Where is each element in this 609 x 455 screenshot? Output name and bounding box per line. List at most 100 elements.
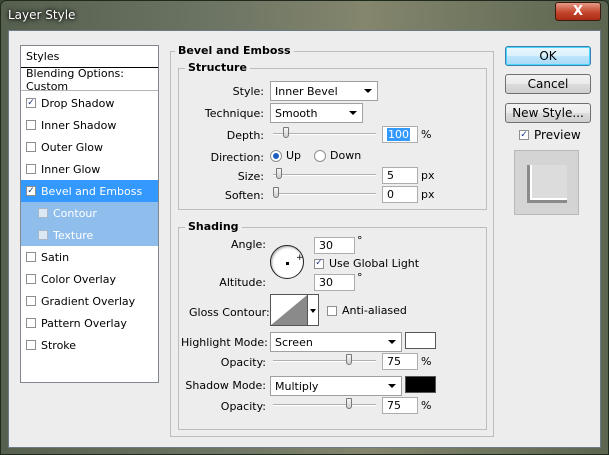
size-input[interactable]: 5	[382, 167, 418, 184]
highlight-opacity-slider-track[interactable]	[273, 360, 376, 362]
size-slider-thumb[interactable]	[275, 168, 282, 179]
contour-checkbox[interactable]	[38, 208, 48, 218]
style-select[interactable]: Inner Bevel	[270, 81, 378, 101]
preview-swatch	[527, 165, 567, 203]
size-unit: px	[421, 169, 435, 182]
new-style-button[interactable]: New Style...	[505, 103, 591, 123]
title-bar[interactable]: Layer Style X	[1, 1, 608, 29]
style-label: Style:	[232, 85, 264, 98]
style-item-stroke[interactable]: Stroke	[21, 334, 158, 356]
size-slider-track[interactable]	[273, 174, 376, 176]
style-item-texture[interactable]: Texture	[21, 224, 158, 246]
altitude-label: Altitude:	[219, 276, 266, 289]
shadow-opacity-slider-track[interactable]	[273, 404, 376, 406]
gloss-contour-label: Gloss Contour:	[189, 306, 270, 319]
satin-checkbox[interactable]	[26, 252, 36, 262]
shadow-color-swatch[interactable]	[405, 376, 436, 393]
depth-label: Depth:	[226, 129, 264, 142]
depth-input[interactable]: 100	[382, 126, 418, 143]
new-style-button-label: New Style...	[512, 106, 584, 120]
dialog-client-area: Styles Blending Options: Custom ✓ Drop S…	[8, 30, 601, 448]
checkbox-checked-icon: ✓	[519, 129, 529, 140]
anti-aliased-label: Anti-aliased	[342, 304, 407, 317]
shadow-mode-value: Multiply	[275, 379, 319, 393]
preview-checkbox[interactable]: ✓ Preview	[519, 128, 581, 142]
checkbox-empty-icon	[327, 305, 337, 316]
chevron-down-icon	[388, 340, 396, 344]
shading-title: Shading	[185, 220, 242, 233]
style-item-contour[interactable]: Contour	[21, 202, 158, 224]
blending-options-item[interactable]: Blending Options: Custom	[21, 67, 158, 93]
style-item-label: Texture	[53, 228, 94, 242]
style-item-label: Bevel and Emboss	[41, 184, 143, 198]
pattern-overlay-checkbox[interactable]	[26, 318, 36, 328]
style-preview-thumbnail	[514, 150, 579, 215]
shadow-opacity-slider-thumb[interactable]	[345, 398, 352, 409]
style-select-value: Inner Bevel	[275, 84, 338, 98]
radio-empty-icon	[314, 149, 326, 162]
ok-button[interactable]: OK	[505, 46, 591, 66]
angle-wheel[interactable]: +	[270, 245, 304, 279]
shadow-opacity-unit: %	[421, 399, 432, 412]
highlight-color-swatch[interactable]	[405, 332, 436, 349]
gradient-overlay-checkbox[interactable]	[26, 296, 36, 306]
highlight-opacity-slider-thumb[interactable]	[345, 354, 352, 365]
soften-slider-track[interactable]	[273, 193, 376, 195]
soften-slider-thumb[interactable]	[273, 187, 279, 198]
direction-down-label: Down	[330, 149, 362, 162]
highlight-mode-select[interactable]: Screen	[270, 332, 402, 352]
preview-label: Preview	[534, 128, 581, 142]
outer-glow-checkbox[interactable]	[26, 142, 36, 152]
inner-shadow-checkbox[interactable]	[26, 120, 36, 130]
angle-center-dot	[286, 262, 289, 265]
cancel-button[interactable]: Cancel	[505, 74, 591, 94]
style-item-pattern-overlay[interactable]: Pattern Overlay	[21, 312, 158, 334]
anti-aliased-checkbox[interactable]: Anti-aliased	[327, 304, 407, 317]
style-item-inner-shadow[interactable]: Inner Shadow	[21, 114, 158, 136]
technique-select-value: Smooth	[275, 106, 318, 120]
chevron-down-icon	[388, 384, 396, 388]
soften-input[interactable]: 0	[382, 186, 418, 203]
style-item-inner-glow[interactable]: Inner Glow	[21, 158, 158, 180]
gloss-contour-dropdown[interactable]	[308, 294, 319, 326]
technique-select[interactable]: Smooth	[270, 103, 363, 123]
soften-label: Soften:	[224, 189, 264, 202]
chevron-down-icon	[310, 309, 316, 313]
depth-slider-thumb[interactable]	[282, 127, 289, 138]
direction-down-radio[interactable]: Down	[314, 149, 361, 162]
style-item-label: Stroke	[41, 338, 77, 352]
shadow-opacity-input[interactable]: 75	[382, 397, 418, 414]
cancel-button-label: Cancel	[527, 77, 569, 91]
color-overlay-checkbox[interactable]	[26, 274, 36, 284]
angle-input[interactable]: 30	[314, 237, 355, 254]
style-item-color-overlay[interactable]: Color Overlay	[21, 268, 158, 290]
texture-checkbox[interactable]	[38, 230, 48, 240]
bevel-emboss-title: Bevel and Emboss	[175, 44, 294, 57]
checkbox-checked-icon: ✓	[314, 258, 324, 269]
shadow-mode-select[interactable]: Multiply	[270, 376, 402, 396]
highlight-opacity-value: 75	[387, 355, 401, 368]
close-button[interactable]: X	[555, 2, 601, 21]
contour-curve-icon	[271, 295, 307, 325]
gloss-contour-preview[interactable]	[270, 294, 308, 326]
close-icon: X	[572, 4, 584, 19]
stroke-checkbox[interactable]	[26, 340, 36, 350]
style-item-drop-shadow[interactable]: ✓ Drop Shadow	[21, 92, 158, 114]
styles-header[interactable]: Styles	[21, 46, 158, 68]
use-global-light-checkbox[interactable]: ✓ Use Global Light	[314, 257, 419, 270]
inner-glow-checkbox[interactable]	[26, 164, 36, 174]
style-item-outer-glow[interactable]: Outer Glow	[21, 136, 158, 158]
highlight-opacity-input[interactable]: 75	[382, 353, 418, 370]
bevel-and-emboss-checkbox[interactable]: ✓	[26, 186, 36, 196]
structure-title: Structure	[185, 61, 250, 74]
drop-shadow-checkbox[interactable]: ✓	[26, 98, 36, 108]
style-item-gradient-overlay[interactable]: Gradient Overlay	[21, 290, 158, 312]
style-item-satin[interactable]: Satin	[21, 246, 158, 268]
chevron-down-icon	[364, 89, 372, 93]
style-item-label: Contour	[53, 206, 97, 220]
shadow-mode-label: Shadow Mode:	[185, 379, 266, 392]
direction-up-radio[interactable]: Up	[270, 149, 301, 162]
style-item-label: Satin	[41, 250, 70, 264]
style-item-bevel-and-emboss[interactable]: ✓ Bevel and Emboss	[21, 180, 158, 202]
altitude-input[interactable]: 30	[314, 274, 355, 291]
